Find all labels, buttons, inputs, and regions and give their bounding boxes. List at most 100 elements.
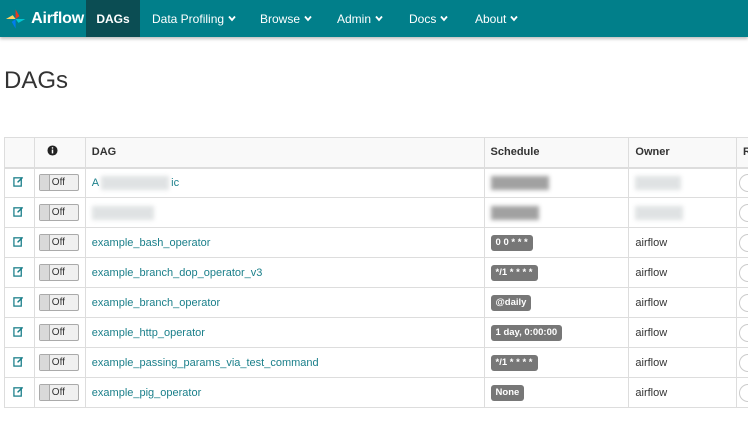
dag-cell: example_bash_operator xyxy=(84,227,485,258)
status-circle[interactable] xyxy=(738,323,748,342)
dag-pause-toggle[interactable]: Off xyxy=(38,384,79,401)
nav-docs[interactable]: Docs xyxy=(397,0,459,37)
status-circle[interactable] xyxy=(738,173,748,192)
chevron-down-icon xyxy=(440,15,449,22)
recent-cell xyxy=(735,257,748,288)
schedule-cell: None xyxy=(483,377,630,408)
edit-icon[interactable] xyxy=(13,326,24,337)
recent-cell xyxy=(735,377,748,408)
dag-link[interactable]: example_pig_operator xyxy=(92,387,201,399)
edit-icon[interactable] xyxy=(13,236,24,247)
dag-name: A xyxy=(91,176,100,189)
nav-about[interactable]: About xyxy=(463,0,529,37)
dag-link[interactable]: example_branch_dop_operator_v3 xyxy=(92,267,263,279)
dag-link[interactable]: Aic xyxy=(91,175,180,190)
nav-browse[interactable]: Browse xyxy=(248,0,323,37)
redacted-text xyxy=(91,205,154,220)
nav-browse-label: Browse xyxy=(260,11,301,26)
schedule-badge: */1 * * * * xyxy=(490,354,538,371)
dags-table: DAG Schedule Owner R Off Aic Off Off exa… xyxy=(4,137,748,408)
nav-data-profiling[interactable]: Data Profiling xyxy=(140,0,247,37)
table-header-row: DAG Schedule Owner R xyxy=(4,137,748,169)
table-row: Off example_bash_operator 0 0 * * * airf… xyxy=(4,227,748,258)
dag-pause-toggle[interactable]: Off xyxy=(38,354,79,371)
status-circle[interactable] xyxy=(738,353,748,372)
toggle-cell: Off xyxy=(33,257,86,288)
airflow-brand[interactable]: Airflow xyxy=(4,0,84,37)
schedule-cell xyxy=(483,167,630,198)
dag-pause-toggle[interactable]: Off xyxy=(38,294,79,311)
status-circle[interactable] xyxy=(738,203,748,222)
toggle-column-header xyxy=(33,137,86,169)
recent-cell xyxy=(735,317,748,348)
edit-cell xyxy=(4,317,35,348)
status-circle[interactable] xyxy=(738,233,748,252)
dag-column-header[interactable]: DAG xyxy=(84,137,485,169)
toggle-label: Off xyxy=(51,387,65,398)
nav-admin[interactable]: Admin xyxy=(325,0,394,37)
schedule-cell xyxy=(483,197,630,228)
nav-dags[interactable]: DAGs xyxy=(86,0,140,37)
table-row: Off example_branch_dop_operator_v3 */1 *… xyxy=(4,257,748,288)
dag-link[interactable]: example_passing_params_via_test_command xyxy=(92,357,319,369)
chevron-down-icon xyxy=(304,15,312,22)
dag-cell: example_http_operator xyxy=(84,317,485,348)
nav-dags-label: DAGs xyxy=(96,11,130,26)
nav-admin-label: Admin xyxy=(337,11,372,26)
edit-icon[interactable] xyxy=(13,176,24,187)
chevron-down-icon xyxy=(510,15,519,22)
dag-link[interactable] xyxy=(91,205,154,220)
dag-pause-toggle[interactable]: Off xyxy=(38,234,79,251)
dag-link[interactable]: example_http_operator xyxy=(92,327,205,339)
status-circle[interactable] xyxy=(738,293,748,312)
schedule-badge: */1 * * * * xyxy=(490,264,538,281)
toggle-label: Off xyxy=(51,207,65,218)
schedule-cell: @daily xyxy=(483,287,630,318)
schedule-cell: */1 * * * * xyxy=(483,257,630,288)
dag-cell xyxy=(84,197,485,228)
info-icon[interactable] xyxy=(47,145,58,156)
nav-data-profiling-label: Data Profiling xyxy=(152,11,225,26)
toggle-label: Off xyxy=(51,267,65,278)
edit-cell xyxy=(4,347,35,378)
status-circle[interactable] xyxy=(738,383,748,402)
schedule-badge: 0 0 * * * xyxy=(490,234,533,251)
status-circle[interactable] xyxy=(738,263,748,282)
dag-name-suffix: ic xyxy=(171,176,180,189)
edit-cell xyxy=(4,227,35,258)
redacted-owner xyxy=(635,175,682,190)
dag-cell: example_branch_operator xyxy=(84,287,485,318)
edit-cell xyxy=(4,167,35,198)
table-row: Off example_branch_operator @daily airfl… xyxy=(4,287,748,318)
dag-link[interactable]: example_branch_operator xyxy=(92,297,220,309)
schedule-column-header[interactable]: Schedule xyxy=(483,137,630,169)
top-navbar: Airflow DAGs Data Profiling Browse Admin… xyxy=(0,0,748,37)
edit-icon[interactable] xyxy=(13,266,24,277)
dag-pause-toggle[interactable]: Off xyxy=(38,204,79,221)
owner-cell xyxy=(628,197,737,228)
dag-pause-toggle[interactable]: Off xyxy=(38,264,79,281)
owner-cell: airflow xyxy=(628,377,737,408)
recent-column-header[interactable]: R xyxy=(735,137,748,169)
page-title: DAGs xyxy=(4,67,69,94)
schedule-cell: */1 * * * * xyxy=(483,347,630,378)
table-row: Off xyxy=(4,197,748,228)
toggle-cell: Off xyxy=(33,167,86,198)
toggle-cell: Off xyxy=(33,347,86,378)
edit-icon[interactable] xyxy=(13,356,24,367)
dag-link[interactable]: example_bash_operator xyxy=(92,237,211,249)
dag-pause-toggle[interactable]: Off xyxy=(38,324,79,341)
edit-cell xyxy=(4,257,35,288)
toggle-label: Off xyxy=(51,297,65,308)
toggle-cell: Off xyxy=(33,287,86,318)
table-row: Off example_passing_params_via_test_comm… xyxy=(4,347,748,378)
edit-icon[interactable] xyxy=(13,206,24,217)
owner-cell: airflow xyxy=(628,347,737,378)
edit-icon[interactable] xyxy=(13,386,24,397)
dag-pause-toggle[interactable]: Off xyxy=(38,174,79,192)
owner-cell xyxy=(628,167,737,198)
owner-column-header[interactable]: Owner xyxy=(628,137,737,169)
toggle-label: Off xyxy=(51,237,65,248)
edit-cell xyxy=(4,377,35,408)
edit-icon[interactable] xyxy=(13,296,24,307)
